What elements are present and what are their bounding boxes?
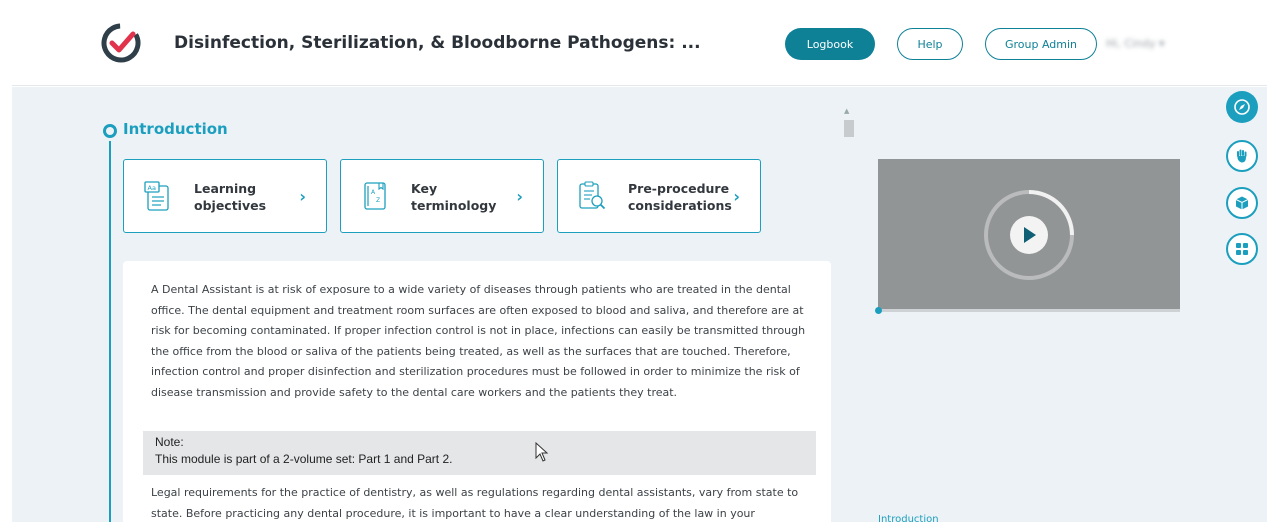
key-terminology-card[interactable]: A Z Key terminology ›: [340, 159, 544, 233]
cube-button[interactable]: [1226, 187, 1258, 219]
timeline-node: [103, 124, 117, 138]
timeline-line: [109, 141, 111, 522]
play-button[interactable]: [1010, 216, 1048, 254]
video-player[interactable]: [875, 159, 1180, 314]
svg-text:A: A: [371, 189, 376, 196]
legal-paragraph: Legal requirements for the practice of d…: [151, 486, 799, 520]
lesson-text-panel: A Dental Assistant is at risk of exposur…: [123, 261, 831, 522]
card-label: Key terminology: [411, 181, 497, 213]
note-label: Note:: [155, 435, 184, 449]
content-area: Introduction Aa Learning objectives › A …: [12, 87, 1267, 522]
scroll-up-arrow-icon[interactable]: ▲: [844, 107, 849, 115]
hand-button[interactable]: [1226, 140, 1258, 172]
chevron-right-icon: ›: [516, 187, 523, 206]
scrollbar[interactable]: ▲: [842, 107, 856, 522]
svg-text:Aa: Aa: [148, 184, 156, 192]
scrollbar-thumb[interactable]: [844, 120, 854, 137]
mouse-cursor-icon: [535, 442, 549, 462]
top-header: Disinfection, Sterilization, & Bloodborn…: [12, 0, 1267, 86]
logbook-button[interactable]: Logbook: [785, 28, 875, 60]
pre-procedure-considerations-card[interactable]: Pre-procedure considerations ›: [557, 159, 761, 233]
hand-icon: [1237, 149, 1247, 163]
play-icon: [1024, 227, 1036, 243]
abc-document-icon: Aa: [144, 181, 169, 211]
chevron-right-icon: ›: [733, 187, 740, 206]
introduction-link[interactable]: Introduction: [878, 514, 939, 522]
compass-icon: [1234, 99, 1250, 115]
section-title[interactable]: Introduction: [123, 120, 228, 138]
intro-paragraph: A Dental Assistant is at risk of exposur…: [151, 283, 806, 399]
grid-icon: [1236, 243, 1248, 255]
dictionary-icon: A Z: [364, 182, 386, 210]
user-menu[interactable]: Hi, Cindy ▾: [1106, 37, 1165, 50]
app-logo-icon[interactable]: [100, 22, 142, 64]
video-progress-bar[interactable]: [875, 307, 1180, 314]
grid-button[interactable]: [1226, 233, 1258, 265]
card-label: Pre-procedure considerations: [628, 181, 732, 213]
group-admin-button[interactable]: Group Admin: [985, 28, 1097, 60]
cube-icon: [1235, 196, 1249, 210]
chevron-right-icon: ›: [299, 187, 306, 206]
learning-objectives-card[interactable]: Aa Learning objectives ›: [123, 159, 327, 233]
note-text: This module is part of a 2-volume set: P…: [155, 452, 453, 466]
video-scrubber[interactable]: [875, 307, 882, 314]
help-button[interactable]: Help: [897, 28, 963, 60]
note-box: Note: This module is part of a 2-volume …: [143, 431, 816, 475]
svg-text:Z: Z: [376, 197, 380, 204]
page-title: Disinfection, Sterilization, & Bloodborn…: [174, 33, 701, 53]
checklist-search-icon: [579, 181, 606, 210]
card-label: Learning objectives: [194, 181, 267, 213]
compass-button[interactable]: [1226, 91, 1258, 123]
